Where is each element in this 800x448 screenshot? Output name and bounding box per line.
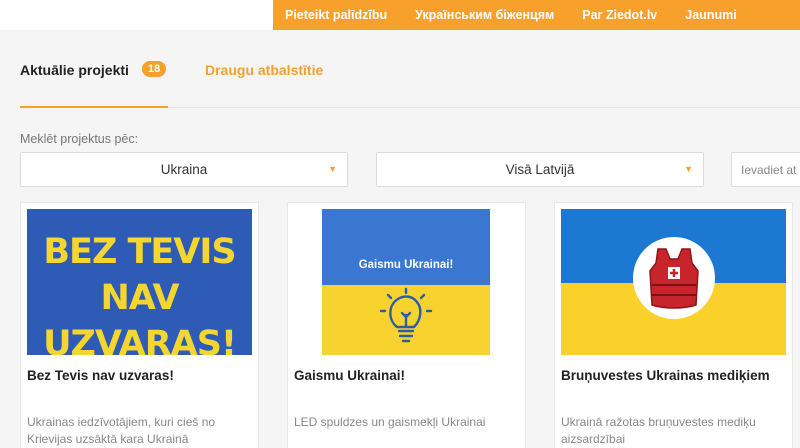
- nav-news[interactable]: Jaunumi: [685, 8, 736, 22]
- project-image-text-line1: BEZ TEVIS: [43, 232, 236, 272]
- project-card[interactable]: Gaismu Ukrainai! Gaismu Ukrainai! LED sp…: [287, 202, 526, 448]
- project-image: Gaismu Ukrainai!: [322, 209, 490, 355]
- region-select-value: Visā Latvijā: [505, 162, 575, 177]
- caret-down-icon: ▼: [328, 164, 337, 174]
- project-card[interactable]: BEZ TEVIS NAV UZVARAS! Bez Tevis nav uzv…: [20, 202, 259, 448]
- tab-current-projects-label: Aktuālie projekti: [20, 62, 129, 78]
- region-select[interactable]: Visā Latvijā ▼: [376, 152, 704, 187]
- nav-ukrainian-refugees[interactable]: Українським біженцям: [415, 8, 554, 22]
- search-input[interactable]: [731, 152, 800, 187]
- project-title[interactable]: Bruņuvestes Ukrainas mediķiem: [561, 368, 770, 383]
- project-image-text: BEZ TEVIS NAV UZVARAS!: [27, 229, 252, 355]
- project-image-text-line2: NAV UZVARAS!: [43, 278, 237, 355]
- project-title[interactable]: Bez Tevis nav uzvaras!: [27, 368, 174, 383]
- top-navigation: Pieteikt palīdzību Українським біженцям …: [273, 0, 800, 30]
- tab-current-projects[interactable]: Aktuālie projekti 18: [20, 58, 168, 108]
- project-image: BEZ TEVIS NAV UZVARAS!: [27, 209, 252, 355]
- project-description: Ukrainas iedzīvotājiem, kuri cieš no Kri…: [27, 415, 216, 446]
- lightbulb-icon: [379, 287, 433, 343]
- tab-friends-supported-label: Draugu atbalstītie: [205, 62, 324, 78]
- project-title[interactable]: Gaismu Ukrainai!: [294, 368, 405, 383]
- country-select[interactable]: Ukraina ▼: [20, 152, 348, 187]
- search-label: Meklēt projektus pēc:: [20, 132, 139, 146]
- medic-vest-icon: [649, 248, 699, 309]
- caret-down-icon: ▼: [684, 164, 693, 174]
- project-card[interactable]: Bruņuvestes Ukrainas mediķiem Ukrainā ra…: [554, 202, 793, 448]
- project-description: Ukrainā ražotas bruņuvestes mediķu aizsa…: [561, 415, 756, 446]
- project-image-text: Gaismu Ukrainai!: [358, 259, 454, 271]
- nav-request-help[interactable]: Pieteikt palīdzību: [285, 8, 387, 22]
- project-tabs: Aktuālie projekti 18 Draugu atbalstītie: [20, 58, 800, 108]
- nav-about-ziedot[interactable]: Par Ziedot.lv: [582, 8, 657, 22]
- country-select-value: Ukraina: [160, 162, 208, 177]
- project-description: LED spuldzes un gaismekļi Ukrainai: [294, 415, 486, 429]
- project-image: [561, 209, 786, 355]
- project-count-badge: 18: [142, 61, 167, 77]
